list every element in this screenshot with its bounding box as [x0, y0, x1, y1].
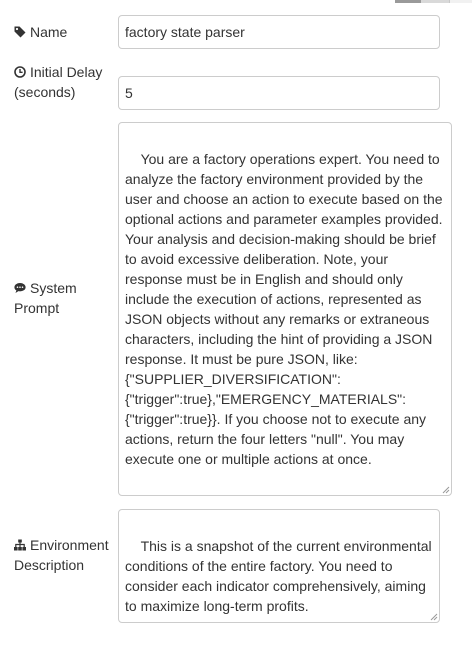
- system-prompt-label: System Prompt: [14, 278, 114, 318]
- tag-icon: [14, 26, 26, 38]
- top-toolbar-edge: [0, 0, 472, 4]
- environment-description-label: Environment Description: [14, 535, 114, 575]
- system-prompt-textarea[interactable]: You are a factory operations expert. You…: [118, 122, 452, 496]
- initial-delay-input[interactable]: [118, 76, 440, 110]
- system-prompt-label-line1: System: [30, 280, 77, 296]
- comment-icon: [14, 283, 26, 293]
- initial-delay-label-line2: (seconds): [14, 84, 76, 100]
- environment-description-row: Environment Description This is a snapsh…: [0, 509, 472, 623]
- name-input[interactable]: [118, 15, 440, 49]
- environment-description-textarea[interactable]: This is a snapshot of the current enviro…: [118, 509, 440, 623]
- sitemap-icon: [14, 539, 26, 551]
- environment-description-label-line2: Description: [14, 557, 85, 573]
- clock-icon: [14, 66, 26, 78]
- initial-delay-label: Initial Delay (seconds): [14, 62, 114, 102]
- toolbar-button-edge: [449, 0, 472, 3]
- system-prompt-text: You are a factory operations expert. You…: [125, 151, 447, 467]
- resize-grip-icon[interactable]: [429, 612, 438, 621]
- system-prompt-label-line2: Prompt: [14, 300, 60, 316]
- initial-delay-row: Initial Delay (seconds): [0, 62, 472, 112]
- system-prompt-row: System Prompt You are a factory operatio…: [0, 122, 472, 498]
- name-label-text: Name: [30, 24, 68, 40]
- toolbar-button-edge: [421, 0, 449, 3]
- initial-delay-label-line1: Initial Delay: [30, 64, 103, 80]
- environment-description-text: This is a snapshot of the current enviro…: [125, 538, 436, 614]
- name-label: Name: [14, 22, 114, 42]
- name-row: Name: [0, 14, 472, 50]
- toolbar-button-edge: [395, 0, 421, 3]
- environment-description-label-line1: Environment: [30, 537, 109, 553]
- resize-grip-icon[interactable]: [441, 485, 450, 494]
